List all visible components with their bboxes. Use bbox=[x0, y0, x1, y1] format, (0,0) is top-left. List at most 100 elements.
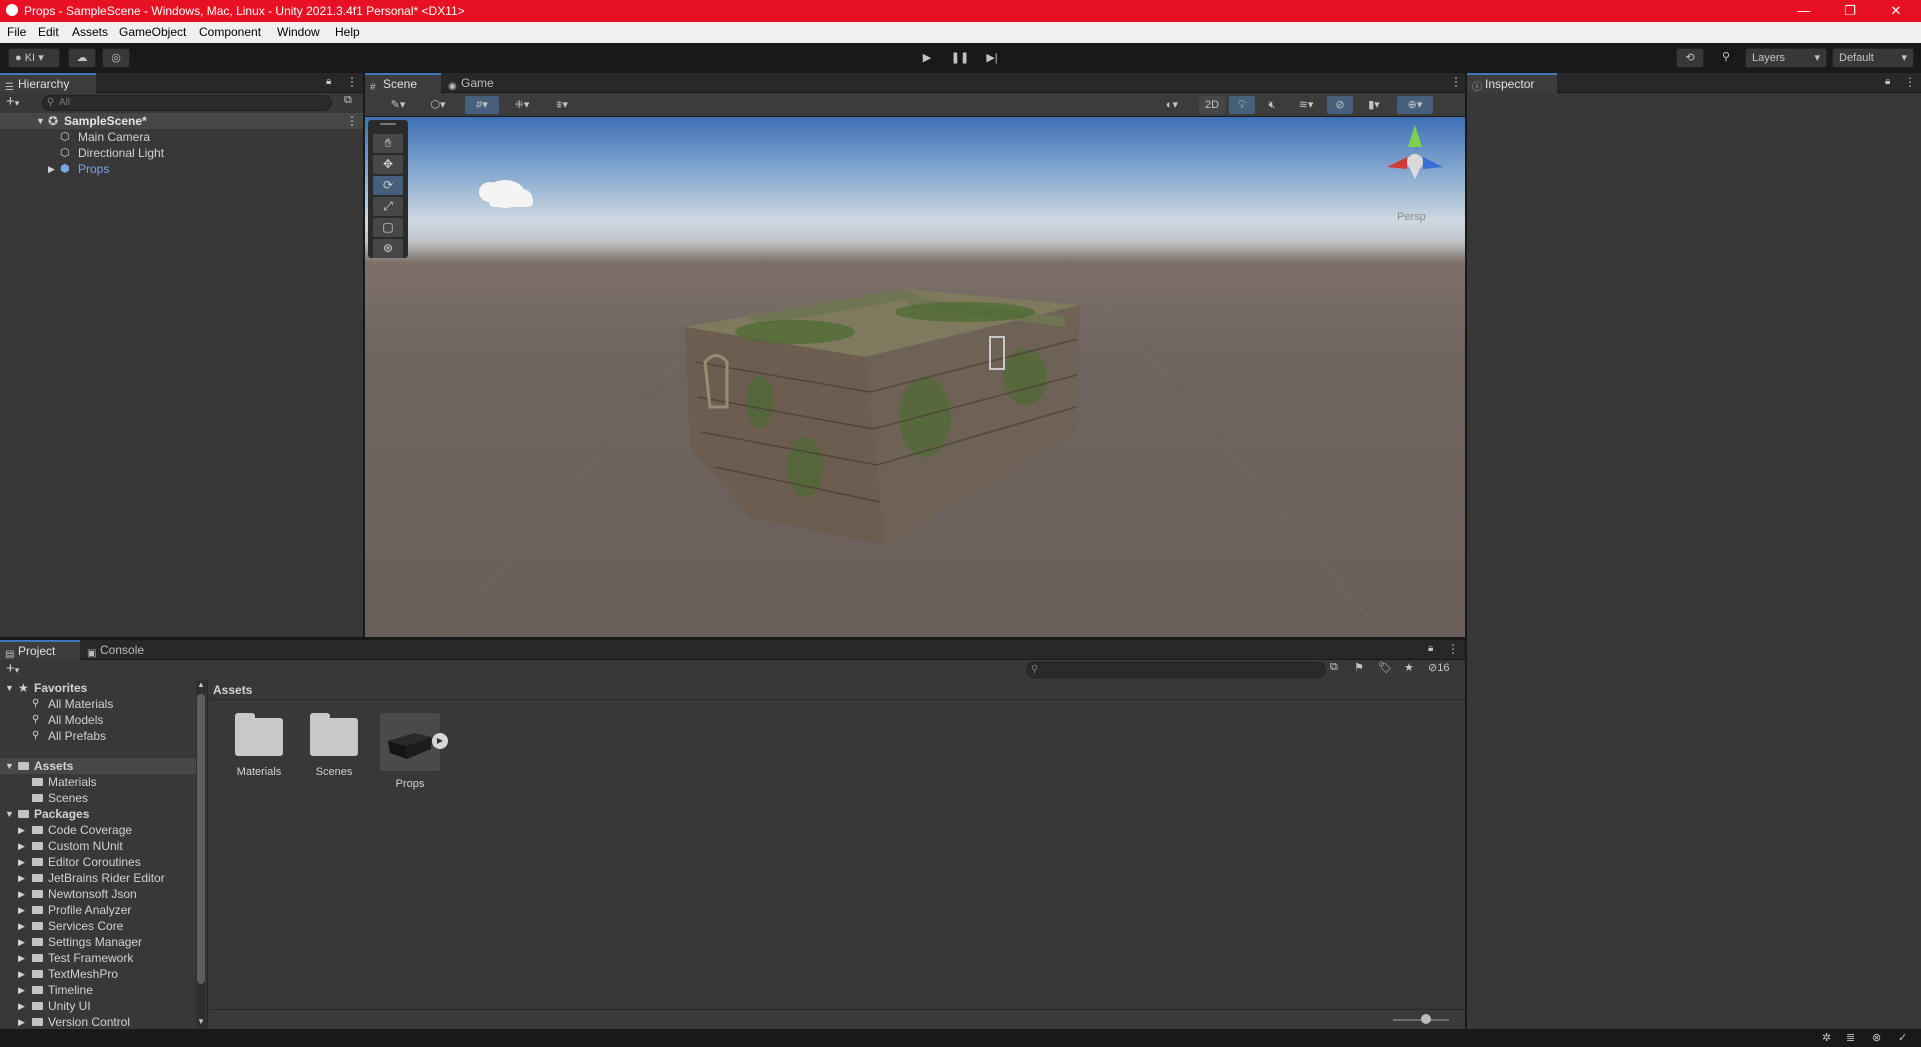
hierarchy-item[interactable]: ⬡ Directional Light bbox=[0, 145, 363, 161]
package-item[interactable]: ▶ Profile Analyzer bbox=[0, 902, 196, 918]
package-item[interactable]: ▶ Editor Coroutines bbox=[0, 854, 196, 870]
project-search-input[interactable]: ⚲ bbox=[1026, 662, 1326, 678]
kebab-menu-icon[interactable]: ⋮ bbox=[1904, 75, 1916, 89]
tab-inspector[interactable]: ⓘ Inspector bbox=[1467, 73, 1557, 93]
mode-2d-toggle[interactable]: 2D bbox=[1199, 96, 1225, 114]
pause-button[interactable]: ❚❚ bbox=[947, 48, 973, 68]
expand-arrow-icon[interactable]: ▼ bbox=[5, 758, 14, 774]
crate-model[interactable] bbox=[685, 289, 1080, 545]
hierarchy-item[interactable]: ⬡ Main Camera bbox=[0, 129, 363, 145]
close-button[interactable]: ✕ bbox=[1873, 0, 1919, 22]
expand-arrow-icon[interactable]: ▶ bbox=[48, 161, 55, 177]
star-icon[interactable]: ★ bbox=[1404, 661, 1414, 674]
kebab-menu-icon[interactable]: ⋮ bbox=[346, 113, 358, 129]
assets-root[interactable]: ▼ Assets bbox=[0, 758, 196, 774]
scrollbar-thumb[interactable] bbox=[197, 694, 205, 984]
scroll-down-icon[interactable]: ▼ bbox=[197, 1017, 205, 1026]
menu-help[interactable]: Help bbox=[335, 25, 360, 39]
render-mode-dropdown[interactable]: ⬡▾ bbox=[421, 96, 455, 114]
tab-console[interactable]: ▣ Console bbox=[82, 640, 160, 660]
package-item[interactable]: ▶ Unity UI bbox=[0, 998, 196, 1014]
package-item[interactable]: ▶ Custom NUnit bbox=[0, 838, 196, 854]
tab-project[interactable]: ▤ Project bbox=[0, 640, 80, 660]
package-item[interactable]: ▶ Code Coverage bbox=[0, 822, 196, 838]
favorite-item[interactable]: ⚲ All Models bbox=[0, 712, 196, 728]
stack-icon[interactable]: ≣ bbox=[1846, 1031, 1855, 1044]
kebab-menu-icon[interactable]: ⋮ bbox=[346, 75, 358, 89]
favorite-item[interactable]: ⚲ All Materials bbox=[0, 696, 196, 712]
play-button[interactable]: ▶ bbox=[914, 48, 940, 68]
scene-filter-icon[interactable]: ⧉ bbox=[344, 94, 352, 107]
tab-game[interactable]: ◉ Game bbox=[443, 73, 507, 93]
package-item[interactable]: ▶ Timeline bbox=[0, 982, 196, 998]
lighting-toggle[interactable]: 💡︎ bbox=[1229, 96, 1255, 114]
package-item[interactable]: ▶ Test Framework bbox=[0, 950, 196, 966]
lock-icon[interactable]: 🔒︎ bbox=[1885, 76, 1890, 87]
draw-mode-dropdown[interactable]: ✎▾ bbox=[381, 96, 415, 114]
scene-viewport[interactable]: ✋︎ ✥ ⟳ ⤢ ▢ ⊛ Persp bbox=[365, 117, 1465, 637]
network-icon[interactable]: ⊗ bbox=[1872, 1031, 1881, 1044]
check-icon[interactable]: ✓ bbox=[1898, 1031, 1907, 1044]
packages-root[interactable]: ▼ Packages bbox=[0, 806, 196, 822]
menu-component[interactable]: Component bbox=[199, 25, 261, 39]
shading-mode-dropdown[interactable]: ◐▾ bbox=[1155, 96, 1189, 114]
lock-icon[interactable]: 🔒︎ bbox=[326, 76, 331, 87]
search-by-type-icon[interactable]: ⧉ bbox=[1330, 661, 1338, 674]
expand-arrow-icon[interactable]: ▶ bbox=[18, 886, 25, 902]
asset-tile-props[interactable]: ▶ Props bbox=[375, 713, 448, 790]
expand-arrow-icon[interactable]: ▶ bbox=[18, 854, 25, 870]
effects-dropdown[interactable]: ≋▾ bbox=[1289, 96, 1323, 114]
step-button[interactable]: ▶| bbox=[979, 48, 1005, 68]
cloud-gizmo-icon[interactable] bbox=[479, 180, 533, 208]
create-button[interactable]: +▾ bbox=[6, 660, 19, 677]
expand-arrow-icon[interactable]: ▼ bbox=[36, 113, 45, 129]
scroll-up-icon[interactable]: ▲ bbox=[197, 680, 205, 689]
expand-arrow-icon[interactable]: ▶ bbox=[18, 982, 25, 998]
hidden-packages-toggle[interactable]: ⊘16 bbox=[1428, 661, 1449, 674]
hierarchy-item[interactable]: ▶ ⬢ Props bbox=[0, 161, 363, 177]
menu-file[interactable]: File bbox=[7, 25, 26, 39]
package-item[interactable]: ▶ Settings Manager bbox=[0, 934, 196, 950]
expand-arrow-icon[interactable]: ▶ bbox=[18, 838, 25, 854]
add-button[interactable]: +▾ bbox=[6, 93, 19, 110]
tab-scene[interactable]: # Scene bbox=[365, 73, 441, 93]
package-item[interactable]: ▶ Newtonsoft Json bbox=[0, 886, 196, 902]
expand-arrow-icon[interactable]: ▶ bbox=[18, 998, 25, 1014]
search-button[interactable]: ⚲ bbox=[1712, 48, 1740, 68]
grid-snap-dropdown[interactable]: #▾ bbox=[465, 96, 499, 114]
asset-folder[interactable]: Scenes bbox=[0, 790, 196, 806]
asset-tile-scenes[interactable]: Scenes bbox=[299, 713, 369, 778]
expand-arrow-icon[interactable]: ▶ bbox=[18, 822, 25, 838]
tab-hierarchy[interactable]: ☰ Hierarchy bbox=[0, 73, 96, 93]
menu-edit[interactable]: Edit bbox=[38, 25, 59, 39]
package-item[interactable]: ▶ Services Core bbox=[0, 918, 196, 934]
bug-icon[interactable]: ✲ bbox=[1822, 1031, 1831, 1044]
audio-toggle[interactable]: 🔇︎ bbox=[1259, 96, 1285, 114]
expand-arrow-icon[interactable]: ▶ bbox=[18, 934, 25, 950]
menu-gameobject[interactable]: GameObject bbox=[119, 25, 186, 39]
scene-row[interactable]: ▼ ✪ SampleScene* ⋮ bbox=[0, 113, 363, 129]
lock-icon[interactable]: 🔒︎ bbox=[1428, 643, 1433, 654]
projection-label[interactable]: Persp bbox=[1397, 211, 1426, 223]
package-item[interactable]: ▶ JetBrains Rider Editor bbox=[0, 870, 196, 886]
account-dropdown[interactable]: ● KI ▾ bbox=[8, 48, 60, 68]
kebab-menu-icon[interactable]: ⋮ bbox=[1447, 642, 1459, 656]
gizmos-dropdown[interactable]: ⊕▾ bbox=[1397, 96, 1433, 114]
orientation-gizmo[interactable] bbox=[1370, 117, 1460, 192]
expand-arrow-icon[interactable]: ▶ bbox=[18, 902, 25, 918]
search-by-label-icon[interactable]: ⚑ bbox=[1354, 661, 1364, 674]
maximize-button[interactable]: ❐ bbox=[1827, 0, 1873, 22]
zoom-slider-thumb[interactable] bbox=[1421, 1014, 1431, 1024]
asset-folder[interactable]: Materials bbox=[0, 774, 196, 790]
expand-arrow-icon[interactable]: ▼ bbox=[5, 680, 14, 696]
tag-icon[interactable]: 🏷︎ bbox=[1378, 661, 1392, 674]
minimize-button[interactable]: — bbox=[1781, 0, 1827, 22]
expand-arrow-icon[interactable]: ▶ bbox=[18, 918, 25, 934]
hierarchy-search-input[interactable]: ⚲ All bbox=[42, 95, 332, 111]
view-options-dropdown[interactable]: ⩨▾ bbox=[545, 96, 579, 114]
layers-dropdown[interactable]: Layers ▾ bbox=[1745, 48, 1827, 68]
expand-prefab-icon[interactable]: ▶ bbox=[432, 733, 448, 749]
package-item[interactable]: ▶ Version Control bbox=[0, 1014, 196, 1030]
expand-arrow-icon[interactable]: ▼ bbox=[5, 806, 14, 822]
expand-arrow-icon[interactable]: ▶ bbox=[18, 870, 25, 886]
